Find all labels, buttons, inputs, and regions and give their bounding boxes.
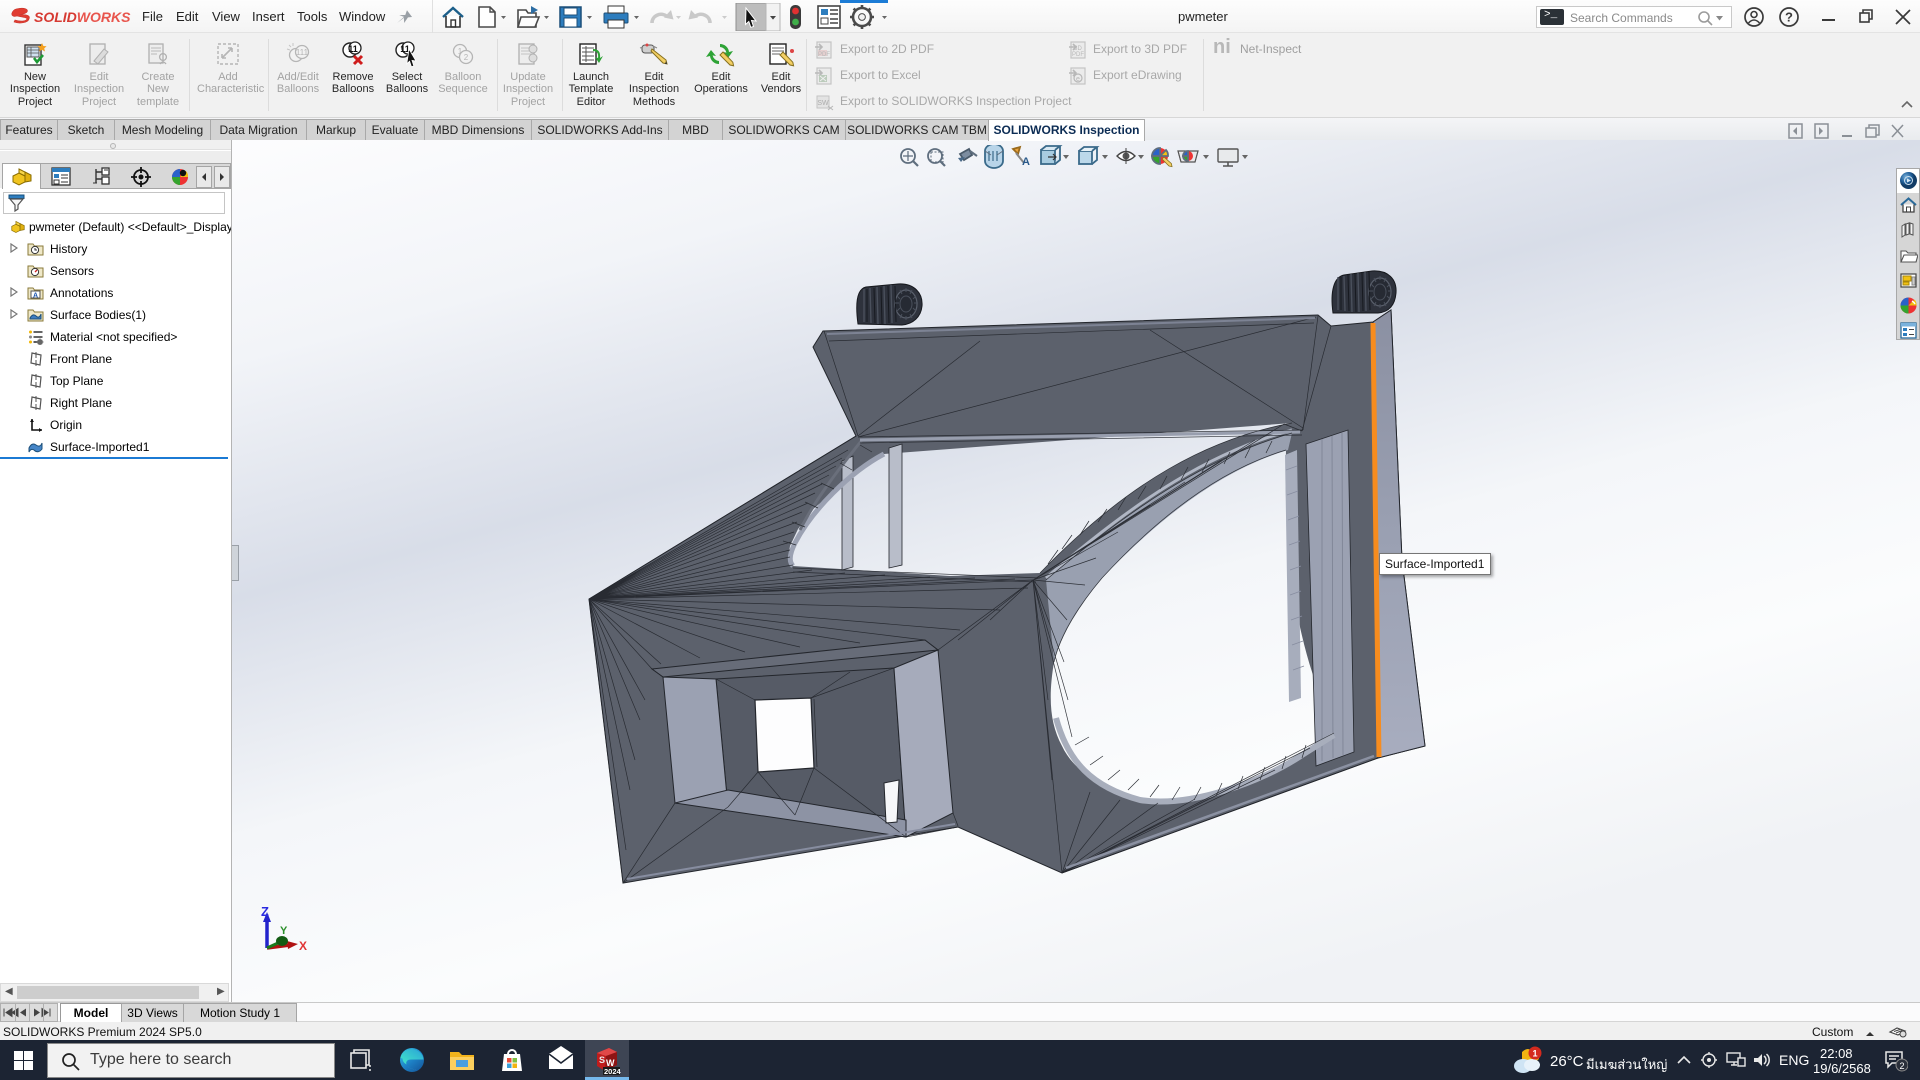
svg-text:A: A [33,293,38,300]
svg-text:2: 2 [1899,1061,1904,1071]
svg-text:Y: Y [280,925,288,937]
svg-text:1: 1 [1532,1049,1537,1059]
svg-text:Z: Z [261,904,269,919]
svg-text:111: 111 [296,48,309,57]
svg-text:A: A [1022,156,1030,168]
svg-text:PDF: PDF [1072,52,1084,58]
svg-text:PDF: PDF [818,52,830,58]
svg-text:X: X [299,939,307,953]
svg-text:2024: 2024 [604,1067,622,1076]
svg-text:SW: SW [817,100,829,107]
svg-text:2: 2 [464,53,469,62]
svg-text:?: ? [1785,10,1793,25]
svg-text:11: 11 [348,44,358,54]
svg-text:S: S [599,1055,605,1065]
svg-text:e: e [1076,76,1080,83]
